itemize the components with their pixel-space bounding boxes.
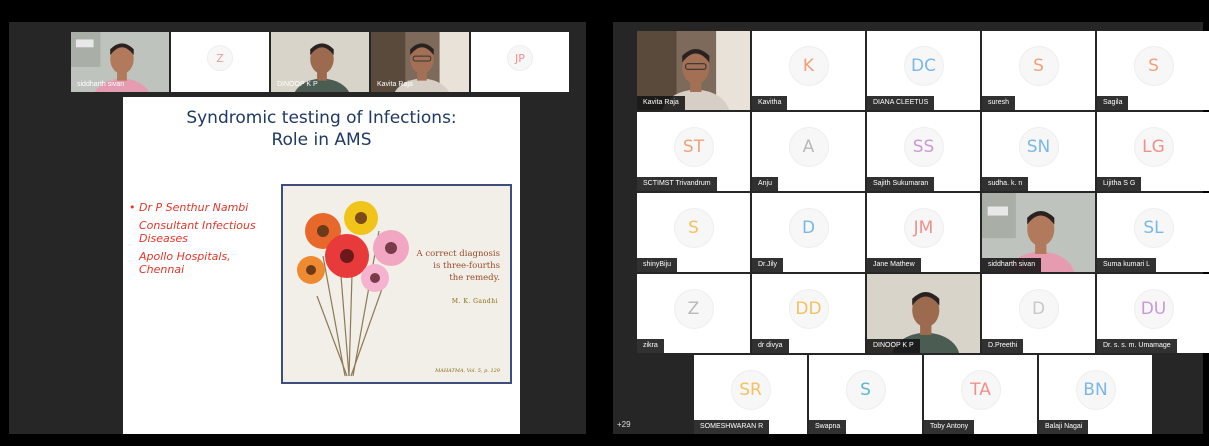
participant-name-label: Suma kumari L [1097,258,1157,272]
participant-tile[interactable]: SshinyBiju [637,193,750,272]
participant-name-label: zikra [637,339,664,353]
participant-tile[interactable]: JP Jayasree P [471,32,569,92]
participant-name-label: Anju [752,177,779,191]
participant-tile[interactable]: TA Toby Antony [924,355,1037,434]
participant-name-label: Dr.Jily [752,258,784,272]
participant-name-label: Kavita Raja [637,96,685,110]
shared-slide: Syndromic testing of Infections: Role in… [123,97,520,434]
presenter-org: Apollo Hospitals, [139,249,231,263]
participant-name-label: SCTIMST Trivandrum [637,177,717,191]
slide-presenter-info: • Dr P Senthur Nambi Consultant Infectio… [129,201,274,277]
avatar: ST [673,126,714,167]
participant-tile[interactable]: S Sagila [1097,31,1209,110]
participant-name-label: Sajith Sukumaran [867,177,935,191]
avatar: DD [788,288,829,329]
avatar: SS [903,126,944,167]
participant-tile[interactable]: DC DIANA CLEETUS [867,31,980,110]
participant-tile[interactable]: Kavita Raja [637,31,750,110]
participant-tile[interactable]: siddharth sivan [982,193,1095,272]
avatar: D [788,207,829,248]
participant-tile[interactable]: Zzikra [637,274,750,353]
participant-name-label: DINOOP K P [277,81,318,88]
quote-text: A correct diagnosis is three-fourths the… [416,249,500,283]
more-participants-count[interactable]: +29 [617,420,631,429]
participant-tile[interactable]: BN Balaji Nagai [1039,355,1152,434]
presenter-title: Consultant Infectious [139,218,256,232]
bullet-icon: • [129,201,136,214]
participant-tile[interactable]: Ssuresh [982,31,1095,110]
avatar: DU [1133,288,1174,329]
avatar: S [845,369,886,410]
participant-name-label: siddharth sivan [77,81,125,88]
participant-tile[interactable]: LG Lijitha S G [1097,112,1209,191]
avatar: A [788,126,829,167]
participant-tile[interactable]: D Dr.Jily [752,193,865,272]
avatar: S [1018,45,1059,86]
participant-name-label: Dr. s. s. m. Umamage [1097,339,1177,353]
participant-name-label: siddharth sivan [982,258,1042,272]
participant-name-label: Kavitha [752,96,788,110]
participant-tile[interactable]: SL Suma kumari L [1097,193,1209,272]
participant-name-label: SOMESHWARAN R [694,420,770,434]
avatar: SL [1133,207,1174,248]
participant-name-label: Lijitha S G [1097,177,1142,191]
slide-title: Syndromic testing of Infections: Role in… [186,108,457,150]
participant-name-label: Sagila [1097,96,1129,110]
participant-name-label: suresh [982,96,1016,110]
participant-name-label: DINOOP K P [867,339,920,353]
presenter-city: Chennai [139,263,185,276]
presenter-title-cont: Diseases [139,232,188,245]
participant-tile[interactable]: Kavita Raja [371,32,469,92]
participant-tile[interactable]: SS Sajith Sukumaran [867,112,980,191]
participant-tile[interactable]: ST SCTIMST Trivandrum [637,112,750,191]
avatar: SN [1018,126,1059,167]
participant-name-label: Swapna [809,420,847,434]
avatar: BN [1075,369,1116,410]
avatar: LG [1133,126,1174,167]
participant-tile[interactable]: JM Jane Mathew [867,193,980,272]
participant-name-label: D.Preethi [982,339,1024,353]
avatar: D [1018,288,1059,329]
participant-name-label: Balaji Nagai [1039,420,1089,434]
avatar: K [788,45,829,86]
participant-tile[interactable]: K Kavitha [752,31,865,110]
avatar: DC [903,45,944,86]
participant-name-label: zikra [177,81,192,88]
participant-tile[interactable]: Zzikra [171,32,269,92]
avatar: Z [207,45,233,72]
participant-tile[interactable]: A Anju [752,112,865,191]
participant-tile[interactable]: DD dr divya [752,274,865,353]
participant-tile[interactable]: DINOOP K P [271,32,369,92]
participant-name-label: dr divya [752,339,789,353]
avatar: SR [730,369,771,410]
avatar: S [1133,45,1174,86]
quote-source: MAHATMA, Vol. 5, p. 129 [435,368,500,374]
avatar: Z [673,288,714,329]
participant-name-label: Toby Antony [924,420,975,434]
participant-tile[interactable]: SN sudha. k. n [982,112,1095,191]
avatar: S [673,207,714,248]
participant-name-label: Jayasree P [477,81,513,88]
participant-name-label: sudha. k. n [982,177,1029,191]
participant-tile[interactable]: D D.Preethi [982,274,1095,353]
flower-bouquet-image [297,201,409,377]
participant-name-label: DIANA CLEETUS [867,96,935,110]
participant-name-label: shinyBiju [637,258,678,272]
participant-tile[interactable]: S Swapna [809,355,922,434]
participant-tile[interactable]: DINOOP K P [867,274,980,353]
participant-name-label: Jane Mathew [867,258,921,272]
avatar: TA [960,369,1001,410]
participant-tile[interactable]: SR SOMESHWARAN R [694,355,807,434]
quote-author: M. K. Gandhi [451,298,498,305]
participant-name-label: Kavita Raja [377,81,413,88]
quote-image: A correct diagnosis is three-fourths the… [281,184,512,384]
participant-tile[interactable]: DU Dr. s. s. m. Umamage [1097,274,1209,353]
avatar: JP [507,45,533,72]
avatar: JM [903,207,944,248]
participant-tile[interactable]: siddharth sivan [71,32,169,92]
presenter-name: Dr P Senthur Nambi [139,201,249,214]
flower-heads [297,201,409,292]
